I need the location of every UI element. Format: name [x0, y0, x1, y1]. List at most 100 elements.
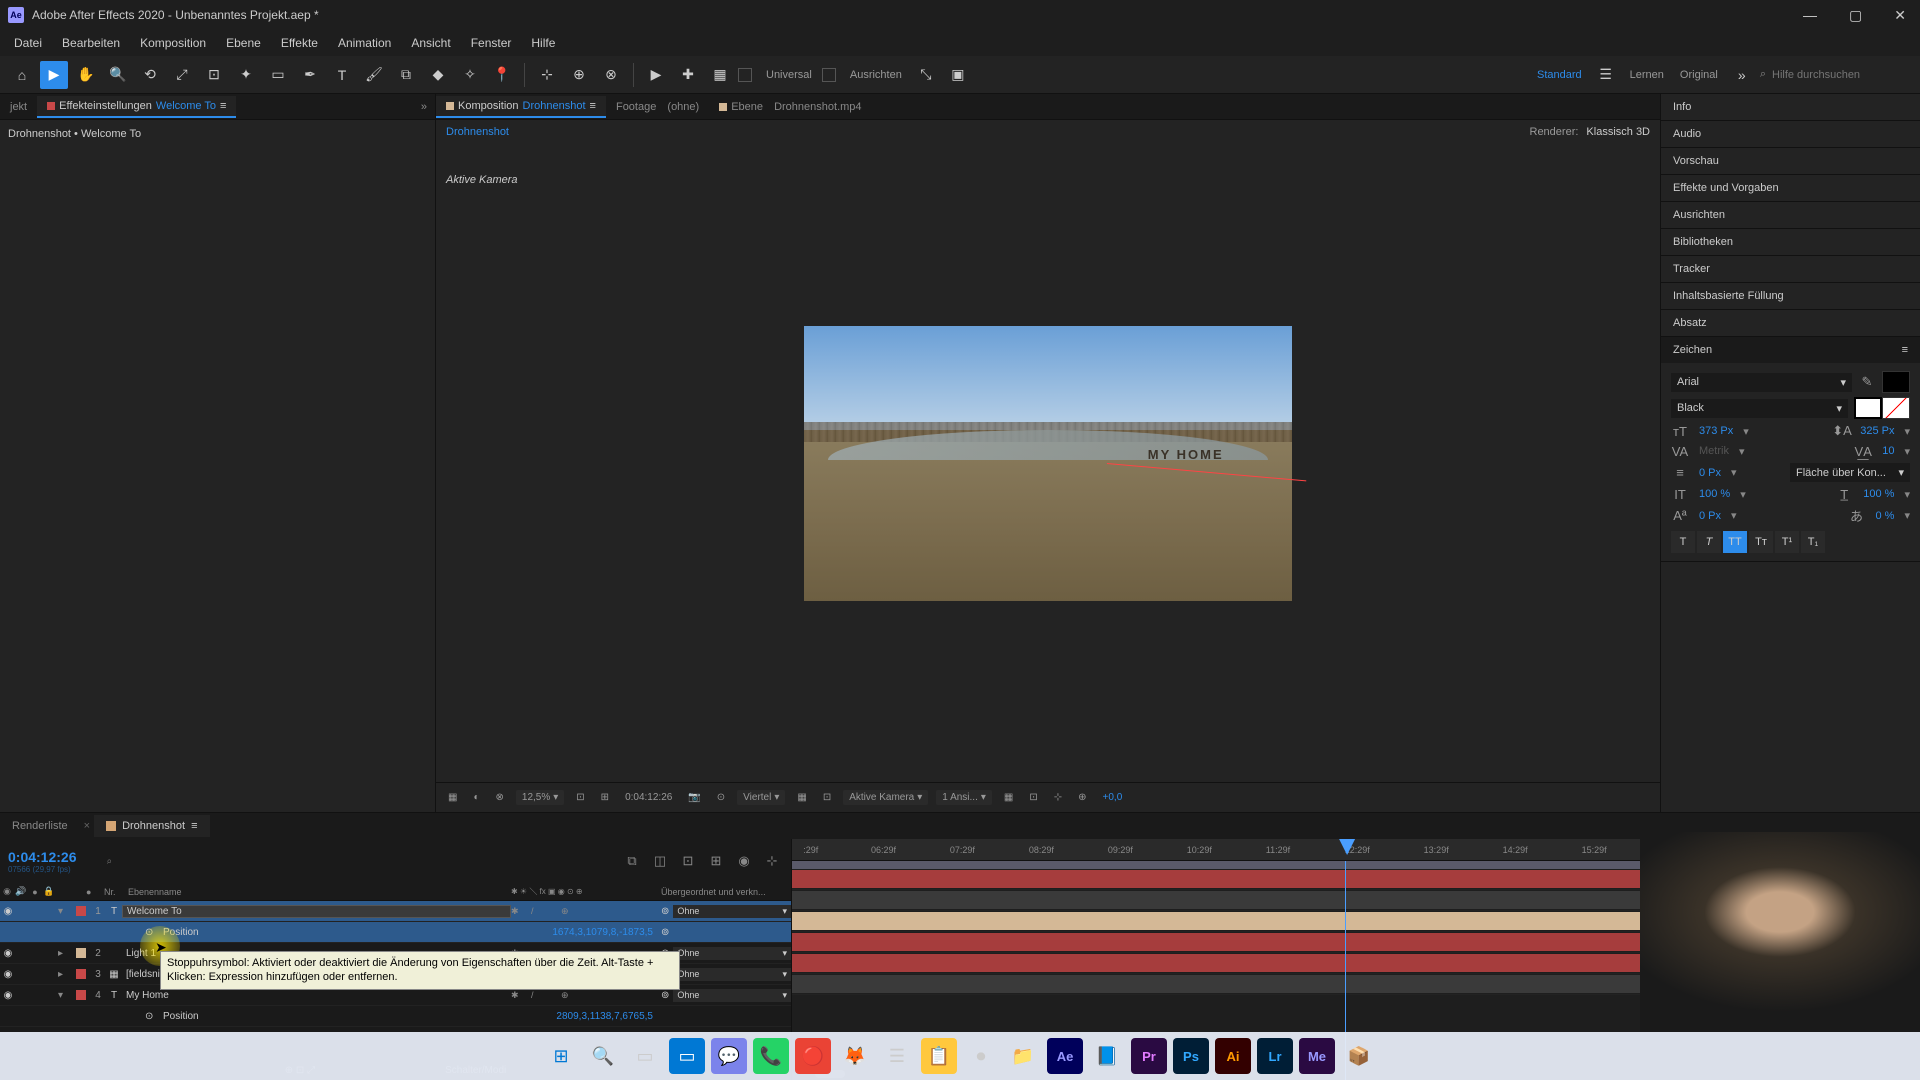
color-mgmt[interactable]: ⊙ [713, 790, 729, 805]
panel-tracker[interactable]: Tracker [1661, 256, 1920, 282]
orbit-tool[interactable]: ⟲ [136, 61, 164, 89]
taskbar-taskview[interactable]: ▭ [627, 1038, 663, 1074]
motion-blur-icon[interactable]: ◉ [733, 850, 755, 872]
pickwhip-icon[interactable]: ⊚ [661, 990, 669, 1001]
panel-zeichen[interactable]: Zeichen≡ [1661, 337, 1920, 363]
alpha-toggle[interactable]: ▦ [444, 790, 461, 805]
fast-preview[interactable]: ⊡ [1025, 790, 1041, 805]
property-row-position[interactable]: ⊙ Position 2809,3,1138,7,6765,5 [0, 1006, 791, 1027]
layer-color[interactable] [76, 906, 86, 916]
layer-search[interactable] [87, 853, 612, 870]
workspace-original[interactable]: Original [1674, 69, 1724, 81]
local-axis-tool[interactable]: ⊹ [533, 61, 561, 89]
tracking[interactable]: 10 [1878, 443, 1898, 459]
parent-dropdown[interactable]: Ohne▾ [673, 968, 791, 981]
taskbar-teams[interactable]: 💬 [711, 1038, 747, 1074]
bold-button[interactable]: T [1671, 531, 1695, 553]
composition-viewer[interactable]: MY HOME [436, 144, 1660, 782]
taskbar-lightroom[interactable]: Lr [1257, 1038, 1293, 1074]
menu-effekte[interactable]: Effekte [271, 32, 328, 54]
flowchart-button[interactable]: ⊕ [1074, 790, 1090, 805]
graph-editor-icon[interactable]: ⊹ [761, 850, 783, 872]
smallcaps-button[interactable]: Tᴛ [1749, 531, 1773, 553]
eraser-tool[interactable]: ◆ [424, 61, 452, 89]
fill-color[interactable] [1882, 371, 1910, 393]
footage-tab[interactable]: Footage (ohne) [606, 97, 709, 117]
property-value[interactable]: 1674,3,1079,8,-1873,5 [544, 927, 661, 938]
taskbar-whatsapp[interactable]: 📞 [753, 1038, 789, 1074]
parent-dropdown[interactable]: Ohne▾ [673, 989, 791, 1002]
selection-tool[interactable]: ▶ [40, 61, 68, 89]
views-dropdown[interactable]: 1 Ansi...▾ [936, 790, 992, 805]
visibility-toggle[interactable]: ◉ [0, 969, 16, 980]
stopwatch-icon[interactable]: ⊙ [145, 1011, 159, 1022]
start-button[interactable]: ⊞ [543, 1038, 579, 1074]
shape-tool[interactable]: ▭ [264, 61, 292, 89]
layer-color[interactable] [76, 969, 86, 979]
panel-libraries[interactable]: Bibliotheken [1661, 229, 1920, 255]
panel-vorschau[interactable]: Vorschau [1661, 148, 1920, 174]
menu-hilfe[interactable]: Hilfe [521, 32, 565, 54]
taskbar-premiere[interactable]: Pr [1131, 1038, 1167, 1074]
composition-tab[interactable]: Komposition Drohnenshot ≡ [436, 96, 606, 118]
layer-name[interactable]: My Home [122, 990, 511, 1001]
hide-shy-icon[interactable]: ⊡ [677, 850, 699, 872]
view-axis-tool[interactable]: ⊗ [597, 61, 625, 89]
menu-datei[interactable]: Datei [4, 32, 52, 54]
menu-bearbeiten[interactable]: Bearbeiten [52, 32, 130, 54]
hscale[interactable]: 100 % [1859, 486, 1898, 502]
parent-dropdown[interactable]: Ohne▾ [673, 947, 791, 960]
pickwhip-icon[interactable]: ⊚ [661, 906, 669, 917]
layer-color[interactable] [76, 948, 86, 958]
3d-toggle[interactable]: ▦ [793, 790, 810, 805]
taskbar-app[interactable]: ▭ [669, 1038, 705, 1074]
zoom-dropdown[interactable]: 12,5%▾ [516, 790, 564, 805]
mask-toggle[interactable]: ⊗ [492, 790, 508, 805]
panel-content-fill[interactable]: Inhaltsbasierte Füllung [1661, 283, 1920, 309]
quality-dropdown[interactable]: Viertel▾ [737, 790, 785, 805]
effect-controls-tab[interactable]: Effekteinstellungen Welcome To ≡ [37, 96, 236, 118]
play-tool[interactable]: ▶ [642, 61, 670, 89]
help-search[interactable]: ⌕ [1760, 68, 1912, 81]
brush-tool[interactable]: 🖌 [360, 61, 388, 89]
layer-color[interactable] [76, 990, 86, 1000]
camera-tool[interactable]: ⊡ [200, 61, 228, 89]
hand-tool[interactable]: ✋ [72, 61, 100, 89]
puppet-tool[interactable]: 📍 [488, 61, 516, 89]
workspace-overflow[interactable]: » [1728, 61, 1756, 89]
workspace-menu[interactable]: ☰ [1592, 61, 1620, 89]
draft-3d-icon[interactable]: ◫ [649, 850, 671, 872]
taskbar-aftereffects[interactable]: Ae [1047, 1038, 1083, 1074]
taskbar-app[interactable]: ☰ [879, 1038, 915, 1074]
panel-effects[interactable]: Effekte und Vorgaben [1661, 175, 1920, 201]
universal-check[interactable] [738, 68, 752, 82]
stroke-width[interactable]: 0 Px [1695, 465, 1725, 481]
panel-align[interactable]: Ausrichten [1661, 202, 1920, 228]
guides-toggle[interactable]: ⊡ [819, 790, 835, 805]
taskbar-app[interactable]: 📦 [1341, 1038, 1377, 1074]
taskbar-app[interactable]: 🔴 [795, 1038, 831, 1074]
workspace-lernen[interactable]: Lernen [1624, 69, 1670, 81]
expression-pickwhip-icon[interactable]: ⊚ [661, 927, 669, 938]
rotate-tool[interactable]: ⤢ [168, 61, 196, 89]
workspace-standard[interactable]: Standard [1531, 69, 1588, 81]
layer-row-1[interactable]: ◉ ▾ 1 T Welcome To ✱ / ⊕ ⊚Ohne▾ [0, 901, 791, 922]
baseline[interactable]: 0 Px [1695, 508, 1725, 524]
res-toggle[interactable]: ⊡ [572, 790, 588, 805]
current-time[interactable]: 0:04:12:26 [8, 849, 77, 865]
parent-dropdown[interactable]: Ohne▾ [673, 905, 791, 918]
vscale[interactable]: 100 % [1695, 486, 1734, 502]
visibility-toggle[interactable]: ◉ [0, 948, 16, 959]
allcaps-button[interactable]: TT [1723, 531, 1747, 553]
tsume[interactable]: 0 % [1872, 508, 1899, 524]
snap-tool[interactable]: ⤡ [912, 61, 940, 89]
close-button[interactable]: ✕ [1888, 5, 1912, 26]
snapshot-button[interactable]: 📷 [684, 790, 704, 805]
lock-col-icon[interactable]: 🔒 [42, 886, 56, 897]
subscript-button[interactable]: T₁ [1801, 531, 1825, 553]
zoom-tool[interactable]: 🔍 [104, 61, 132, 89]
taskbar-notes[interactable]: 📋 [921, 1038, 957, 1074]
taskbar-illustrator[interactable]: Ai [1215, 1038, 1251, 1074]
taskbar-explorer[interactable]: 📁 [1005, 1038, 1041, 1074]
font-family-dropdown[interactable]: Arial▾ [1671, 373, 1852, 392]
